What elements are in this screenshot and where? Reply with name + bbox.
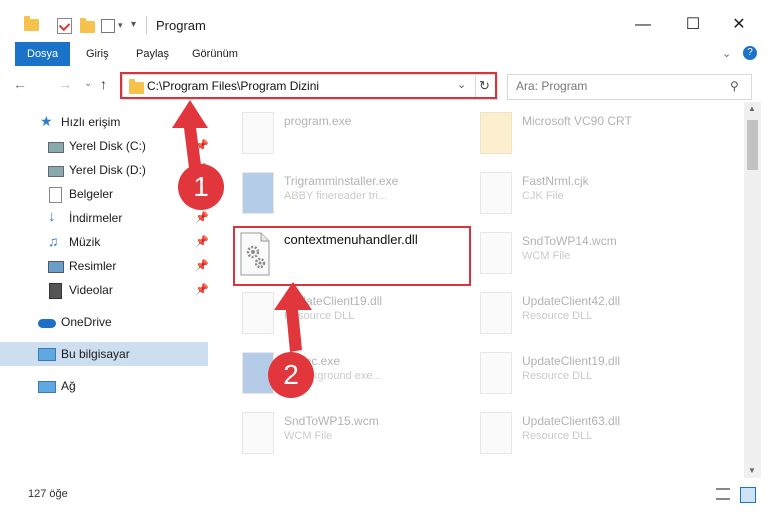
step-badge-1: 1: [178, 164, 224, 210]
step-badge-2: 2: [268, 352, 314, 398]
annotation-arrows: [172, 100, 312, 352]
explorer-window: ▾ ▾ Program — ☐ ✕ Dosya Giriş Paylaş Gör…: [0, 0, 769, 518]
